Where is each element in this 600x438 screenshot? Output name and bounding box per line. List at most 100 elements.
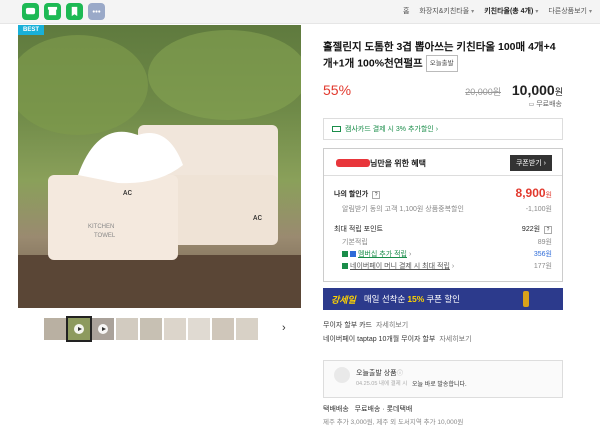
points-basic-row: 기본적립 89원 [342, 237, 552, 247]
points-value: 922원 [521, 226, 541, 233]
breadcrumb-category[interactable]: 화장지&키친타올 ▾ [419, 6, 474, 16]
installment-row: 무이자 할부 카드 자세히보기 [323, 320, 408, 330]
svg-text:KITCHEN: KITCHEN [88, 224, 114, 230]
sub-discount-value: -1,100원 [525, 206, 552, 213]
sub-discount-label: 알림받기 동의 고객 1,100원 상품중복할인 [342, 206, 464, 213]
breadcrumb-home[interactable]: 홈 [403, 6, 409, 16]
thumbnail[interactable] [116, 318, 138, 340]
svg-text:TOWEL: TOWEL [94, 233, 116, 239]
membership-link[interactable]: 멤버십 추가 적립 [358, 251, 407, 258]
divider [324, 175, 562, 176]
redacted-username [336, 159, 370, 167]
points-label: 최대 적립 포인트 [334, 226, 383, 233]
banner-highlight: 15% [407, 294, 425, 304]
taptap-more-link[interactable]: 자세히보기 [439, 336, 471, 343]
my-discount-value: 8,900 [515, 186, 546, 200]
card-icon [332, 126, 341, 132]
naverpay-link[interactable]: 네이버페이 머니 결제 시 최대 적립 [350, 263, 450, 270]
best-badge: BEST [18, 25, 45, 35]
play-icon [98, 324, 108, 334]
shipping-method: 택배배송 무료배송 · 롯데택배 [323, 406, 413, 413]
help-icon[interactable]: ? [544, 226, 552, 234]
chevron-down-icon: ▾ [588, 9, 592, 15]
thumbnail[interactable] [188, 318, 210, 340]
shipping-info: ▭ 무료배송 [529, 99, 562, 109]
my-discount-label: 나의 할인가 [334, 191, 369, 198]
chevron-down-icon: ▾ [535, 9, 539, 15]
thumbnail[interactable] [164, 318, 186, 340]
points-membership-value: 356원 [533, 251, 552, 258]
chevron-right-icon: › [435, 125, 439, 133]
my-discount-price: 8,900원 [516, 186, 552, 200]
benefit-box: 님만을 위한 혜택 쿠폰받기 › 나의 할인가 ? 8,900원 알림받기 동의… [323, 148, 563, 282]
truck-icon: ▭ [528, 102, 535, 108]
today-ship-badge: 오늘출발 [425, 55, 458, 72]
delivery-note: 오늘 바로 발송합니다. [412, 382, 467, 388]
svg-text:ᴀᴄ: ᴀᴄ [253, 212, 262, 222]
shipping-extra-fee: 제주 추가 3,000원, 제주 외 도서지역 추가 10,000원 [323, 419, 464, 426]
promo-banner[interactable]: 강세일 매일 선착순 15% 쿠폰 할인 [323, 288, 563, 310]
points-total: 922원 ? [522, 224, 552, 234]
card-promo[interactable]: 캠사카드 결제 시 3% 추가할인 › [323, 118, 563, 140]
other-products-label: 다른상품보기 [548, 8, 587, 15]
points-basic-value: 89원 [537, 239, 552, 246]
points-naverpay-value: 177원 [533, 263, 552, 270]
chevron-right-icon: › [451, 263, 455, 270]
plus-icon [350, 251, 356, 258]
price-row: 55% 20,000원 10,000원 [323, 82, 563, 98]
other-products-link[interactable]: 다른상품보기 ▾ [548, 6, 592, 16]
kitchen-towel-photo: KITCHEN TOWEL ᴀᴄ ᴀᴄ [18, 30, 301, 308]
chevron-right-icon: › [408, 251, 412, 258]
points-membership-row: 멤버십 추가 적립 › 356원 [342, 249, 552, 259]
thumbnail[interactable] [92, 318, 114, 340]
thumbnail[interactable] [236, 318, 258, 340]
points-basic-label: 기본적립 [342, 239, 368, 246]
help-icon[interactable]: ? [372, 191, 381, 199]
delivery-title: 오늘출발 상품 [356, 370, 397, 377]
bottle-icon [523, 291, 529, 307]
installment-label: 무이자 할부 카드 [323, 322, 372, 329]
membership-icon [342, 251, 348, 258]
sale-price: 10,000원 [512, 82, 563, 98]
thumbnail[interactable] [140, 318, 162, 340]
naverpay-icon [342, 263, 348, 270]
breadcrumb: 홈 화장지&키친타올 ▾ 키친타올(총 4개) ▾ 다른상품보기 ▾ [403, 6, 592, 16]
help-icon[interactable]: ⓘ [397, 368, 403, 377]
banner-text: 매일 선착순 [363, 294, 406, 304]
sale-price-value: 10,000 [511, 82, 555, 98]
product-title: 홀젤린지 도톰한 3겹 뽑아쓰는 키친타올 100매 4개+4개+1개 100%… [323, 40, 563, 72]
store-icon[interactable] [44, 3, 61, 20]
chevron-right-icon: › [543, 160, 546, 167]
today-delivery-box: 오늘출발 상품 ⓘ 04.25.05 내에 결제 시 오늘 바로 발송합니다. [323, 360, 563, 398]
svg-text:ᴀᴄ: ᴀᴄ [123, 187, 132, 197]
shipping-label: 무료배송 [536, 101, 562, 108]
chat-icon[interactable] [22, 3, 39, 20]
bookmark-icon[interactable] [66, 3, 83, 20]
thumbnail[interactable] [212, 318, 234, 340]
chevron-right-icon[interactable]: › [282, 322, 286, 334]
breadcrumb-subcategory[interactable]: 키친타올(총 4개) ▾ [484, 6, 538, 16]
banner-logo: 강세일 [331, 294, 356, 305]
taptap-row: 네이버페이 taptap 10개월 무이자 할부 자세히보기 [323, 334, 472, 344]
play-icon [74, 324, 84, 334]
taptap-label: 네이버페이 taptap 10개월 무이자 할부 [323, 336, 436, 343]
delivery-icon [334, 367, 350, 383]
product-image[interactable]: KITCHEN TOWEL ᴀᴄ ᴀᴄ BEST [18, 25, 301, 308]
coupon-button[interactable]: 쿠폰받기 › [509, 155, 552, 171]
top-bar: 홈 화장지&키친타올 ▾ 키친타올(총 4개) ▾ 다른상품보기 ▾ [0, 0, 600, 24]
more-icon[interactable] [88, 3, 105, 20]
card-promo-text: 캠사카드 결제 시 3% 추가할인 [345, 126, 434, 133]
discount-rate: 55% [323, 82, 352, 98]
benefit-title: 님만을 위한 혜택 [370, 159, 426, 168]
breadcrumb-category-label: 화장지&키친타올 [419, 8, 470, 15]
banner-text-after: 쿠폰 할인 [426, 294, 460, 304]
points-naverpay-row: 네이버페이 머니 결제 시 최대 적립 › 177원 [342, 261, 552, 271]
coupon-button-label: 쿠폰받기 [515, 160, 542, 167]
delivery-deadline: 04.25.05 내에 결제 시 [356, 381, 408, 387]
thumbnail[interactable] [44, 318, 66, 340]
breadcrumb-subcategory-label: 키친타올(총 4개) [484, 8, 534, 15]
sale-price-unit: 원 [554, 87, 563, 97]
sub-discount-row: 알림받기 동의 고객 1,100원 상품중복할인 -1,100원 [342, 204, 552, 214]
installment-more-link[interactable]: 자세히보기 [376, 322, 408, 329]
thumbnail[interactable] [66, 316, 92, 342]
